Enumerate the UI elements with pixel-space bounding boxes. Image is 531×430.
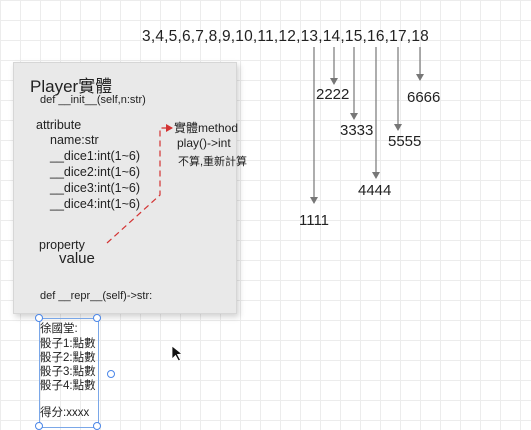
resize-handle-e[interactable] (107, 370, 115, 378)
text-box-line: 徐國堂: (40, 323, 78, 335)
property-to-method-arrow (106, 124, 173, 244)
mouse-pointer-icon (171, 345, 184, 362)
resize-handle-ne[interactable] (93, 314, 101, 322)
text-box-line: 得分:xxxx (40, 407, 90, 419)
text-box-line: 骰子4:點數 (40, 380, 96, 392)
